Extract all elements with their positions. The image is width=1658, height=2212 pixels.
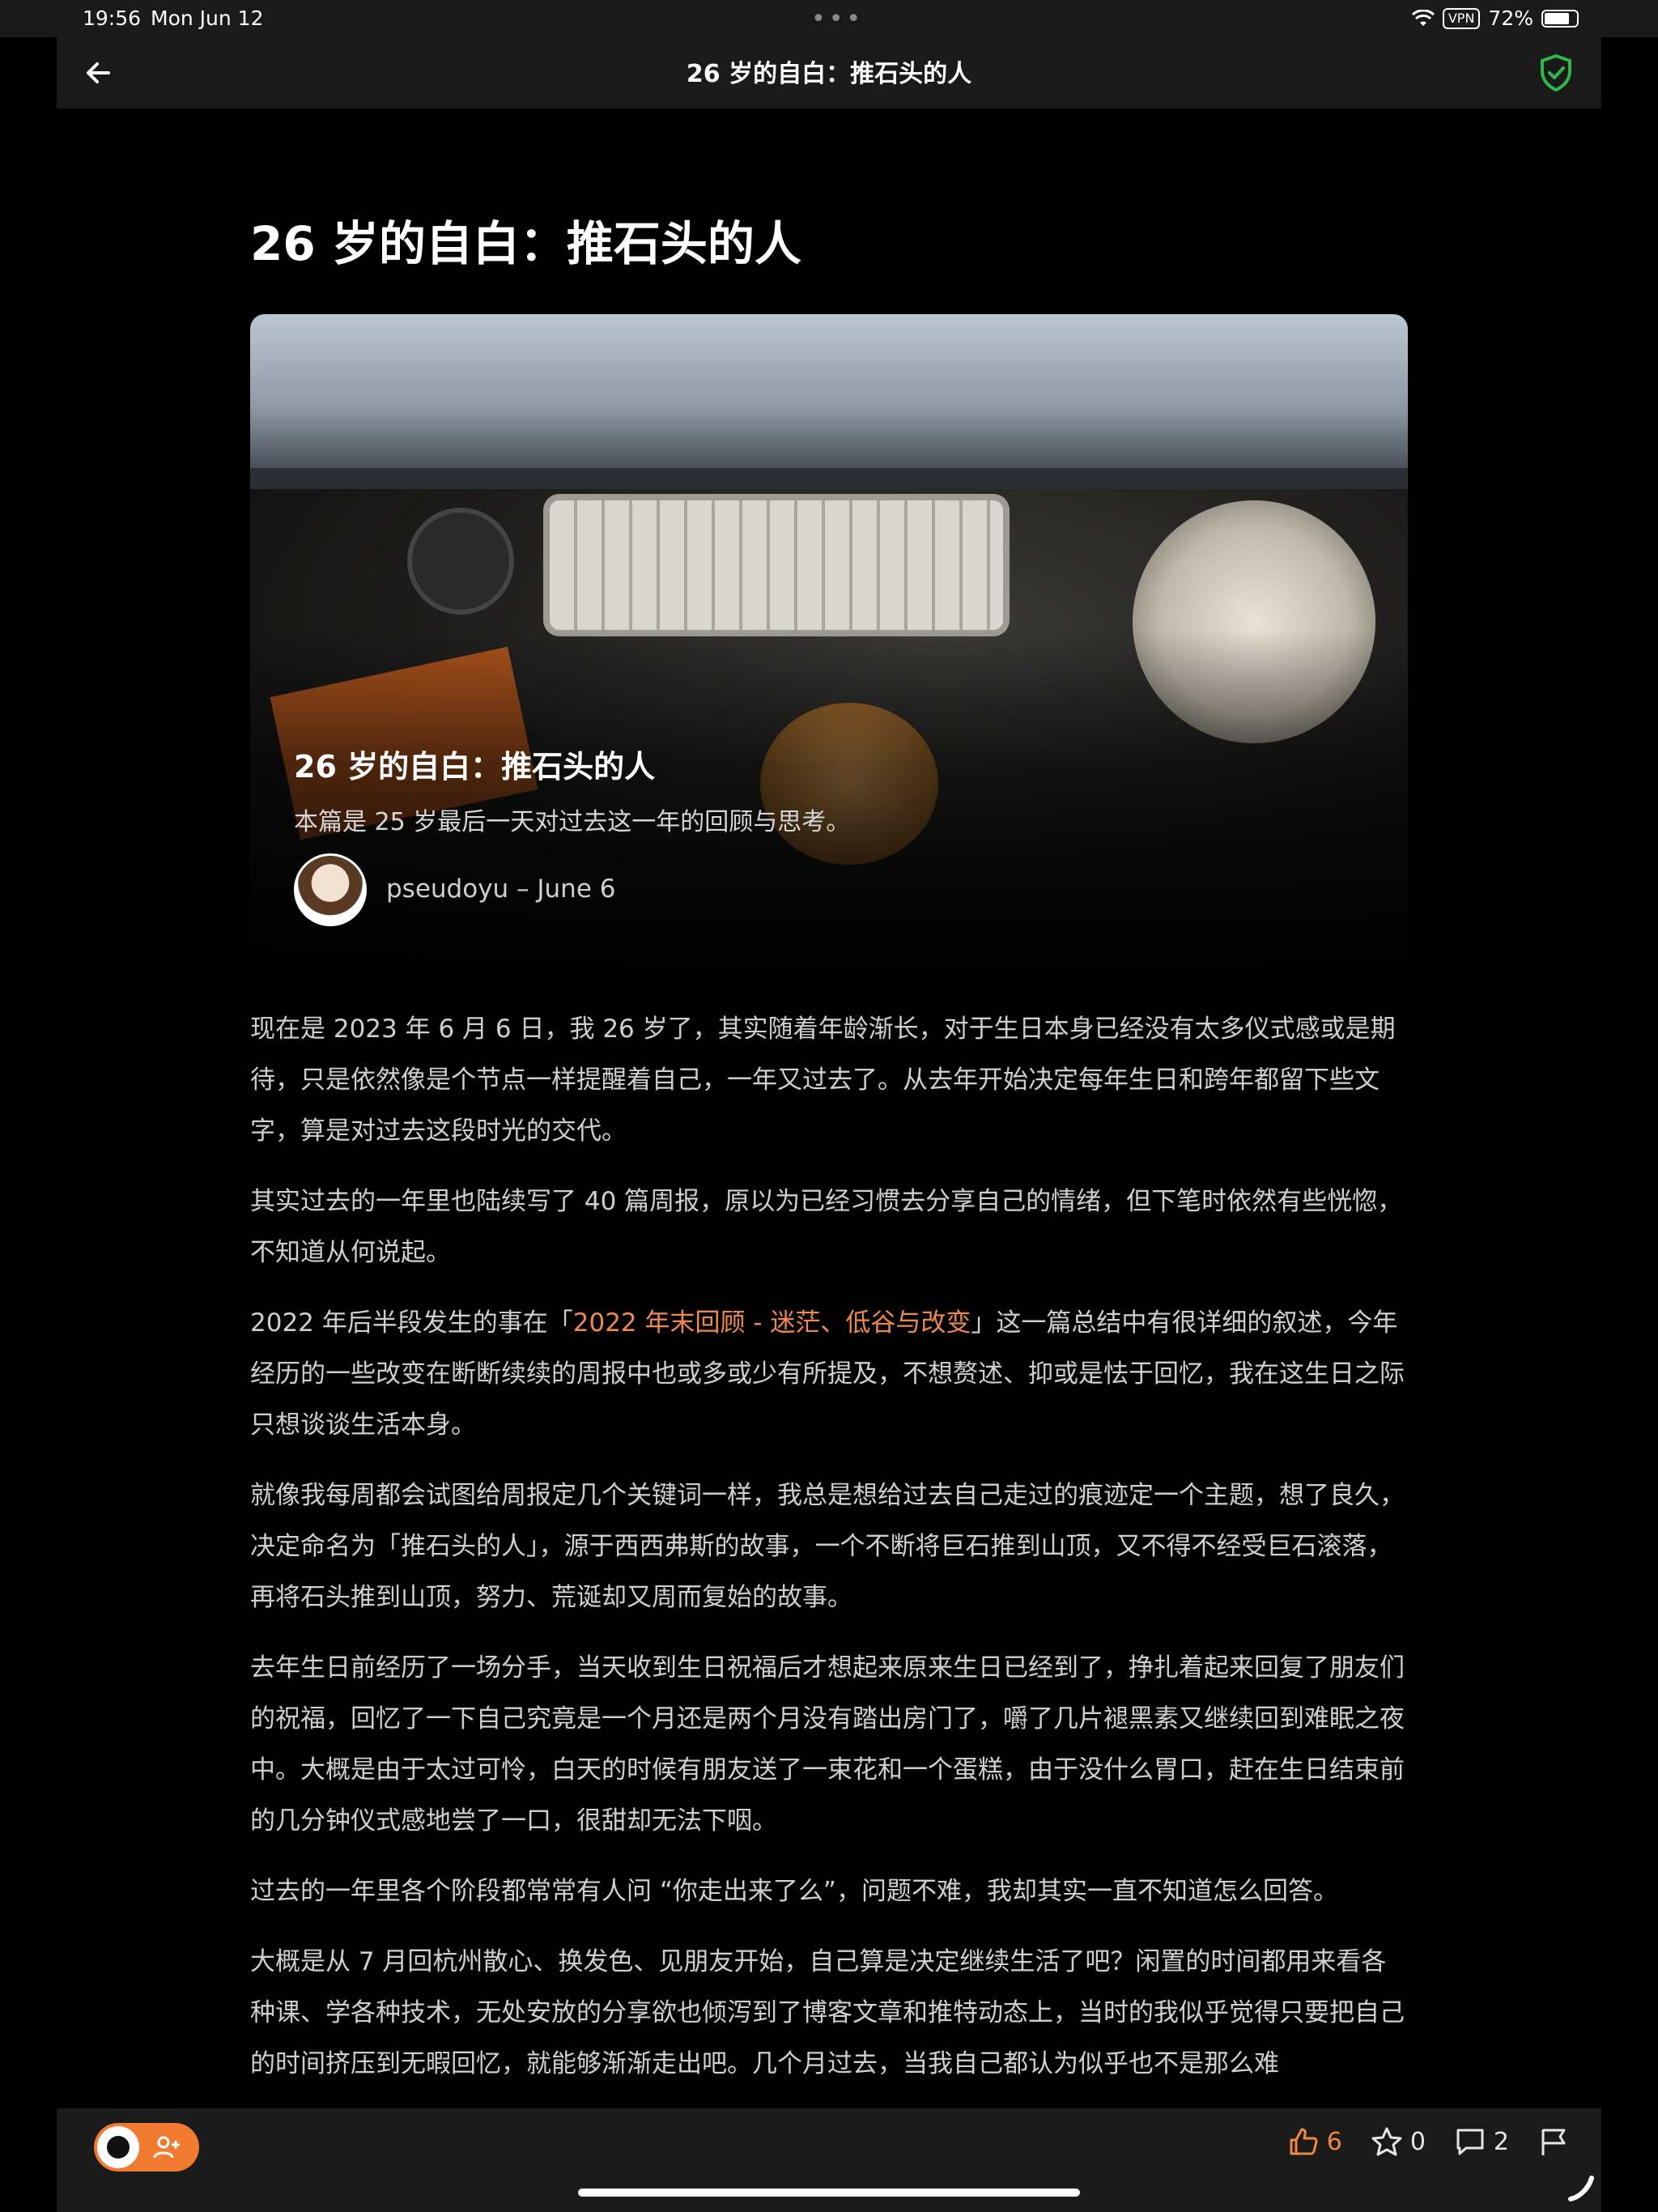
paragraph: 去年生日前经历了一场分手，当天收到生日祝福后才想起来原来生日已经到了，挣扎着起来… bbox=[250, 1653, 1405, 1836]
author-line[interactable]: pseudoyu – June 6 bbox=[386, 874, 615, 904]
hero-image-keyboard bbox=[550, 500, 1003, 630]
battery-icon bbox=[1541, 9, 1579, 28]
status-date: Mon Jun 12 bbox=[151, 6, 264, 30]
paragraph: 现在是 2023 年 6 月 6 日，我 26 岁了，其实随着年龄渐长，对于生日… bbox=[250, 1015, 1396, 1146]
flag-icon bbox=[1541, 2129, 1566, 2155]
article-link[interactable]: 2022 年末回顾 - 迷茫、低谷与改变 bbox=[573, 1308, 971, 1338]
status-right: VPN 72% bbox=[1411, 6, 1579, 30]
paragraph: 过去的一年里各个阶段都常常有人问 “你走出来了么”，问题不难，我却其实一直不知道… bbox=[250, 1877, 1338, 1906]
shield-check-icon[interactable] bbox=[1538, 53, 1574, 92]
nav-bar: 26 岁的自白：推石头的人 bbox=[57, 37, 1601, 108]
home-indicator[interactable] bbox=[578, 2189, 1080, 2197]
like-button[interactable]: 6 bbox=[1288, 2126, 1342, 2157]
paragraph: 其实过去的一年里也陆续写了 40 篇周报，原以为已经习惯去分享自己的情绪，但下笔… bbox=[250, 1187, 1403, 1267]
hero-title: 26 岁的自白：推石头的人 bbox=[294, 749, 656, 785]
vpn-badge: VPN bbox=[1442, 7, 1481, 29]
quick-note-icon[interactable] bbox=[1567, 2175, 1595, 2202]
star-icon bbox=[1371, 2127, 1402, 2156]
comment-button[interactable]: 2 bbox=[1455, 2126, 1509, 2157]
status-bar: 19:56 Mon Jun 12 ••• VPN 72% bbox=[0, 0, 1658, 37]
article-body: 现在是 2023 年 6 月 6 日，我 26 岁了，其实随着年龄渐长，对于生日… bbox=[250, 1004, 1408, 2109]
app-logo-icon bbox=[97, 2126, 139, 2168]
hero-card[interactable]: 26 岁的自白：推石头的人 本篇是 25 岁最后一天对过去这一年的回顾与思考。 … bbox=[250, 314, 1408, 970]
paragraph-with-link: 2022 年后半段发生的事在「2022 年末回顾 - 迷茫、低谷与改变」这一篇总… bbox=[250, 1308, 1405, 1440]
star-button[interactable]: 0 bbox=[1371, 2126, 1426, 2157]
star-count: 0 bbox=[1409, 2127, 1426, 2156]
nav-title: 26 岁的自白：推石头的人 bbox=[686, 60, 972, 88]
thumbs-up-icon bbox=[1290, 2128, 1318, 2155]
comment-icon bbox=[1456, 2129, 1484, 2155]
hero-image-sky bbox=[250, 314, 1408, 468]
multitask-dots-icon[interactable]: ••• bbox=[811, 5, 864, 33]
follow-pill-button[interactable] bbox=[94, 2123, 199, 2172]
article-title: 26 岁的自白：推石头的人 bbox=[250, 216, 801, 271]
article-actions: 6 0 2 bbox=[1288, 2126, 1569, 2157]
battery-percent: 72% bbox=[1488, 6, 1533, 30]
add-user-icon bbox=[153, 2136, 180, 2159]
like-count: 6 bbox=[1326, 2127, 1342, 2156]
hero-description: 本篇是 25 岁最后一天对过去这一年的回顾与思考。 bbox=[294, 808, 851, 836]
author-avatar[interactable] bbox=[294, 853, 367, 926]
paragraph: 大概是从 7 月回杭州散心、换发色、见朋友开始，自己算是决定继续生活了吧？闲置的… bbox=[250, 1947, 1405, 2078]
status-time: 19:56 bbox=[83, 6, 142, 30]
paragraph: 就像我每周都会试图给周报定几个关键词一样，我总是想给过去自己走过的痕迹定一个主题… bbox=[250, 1481, 1405, 1612]
wifi-icon bbox=[1411, 9, 1435, 26]
report-button[interactable] bbox=[1538, 2126, 1569, 2157]
comment-count: 2 bbox=[1493, 2127, 1509, 2156]
